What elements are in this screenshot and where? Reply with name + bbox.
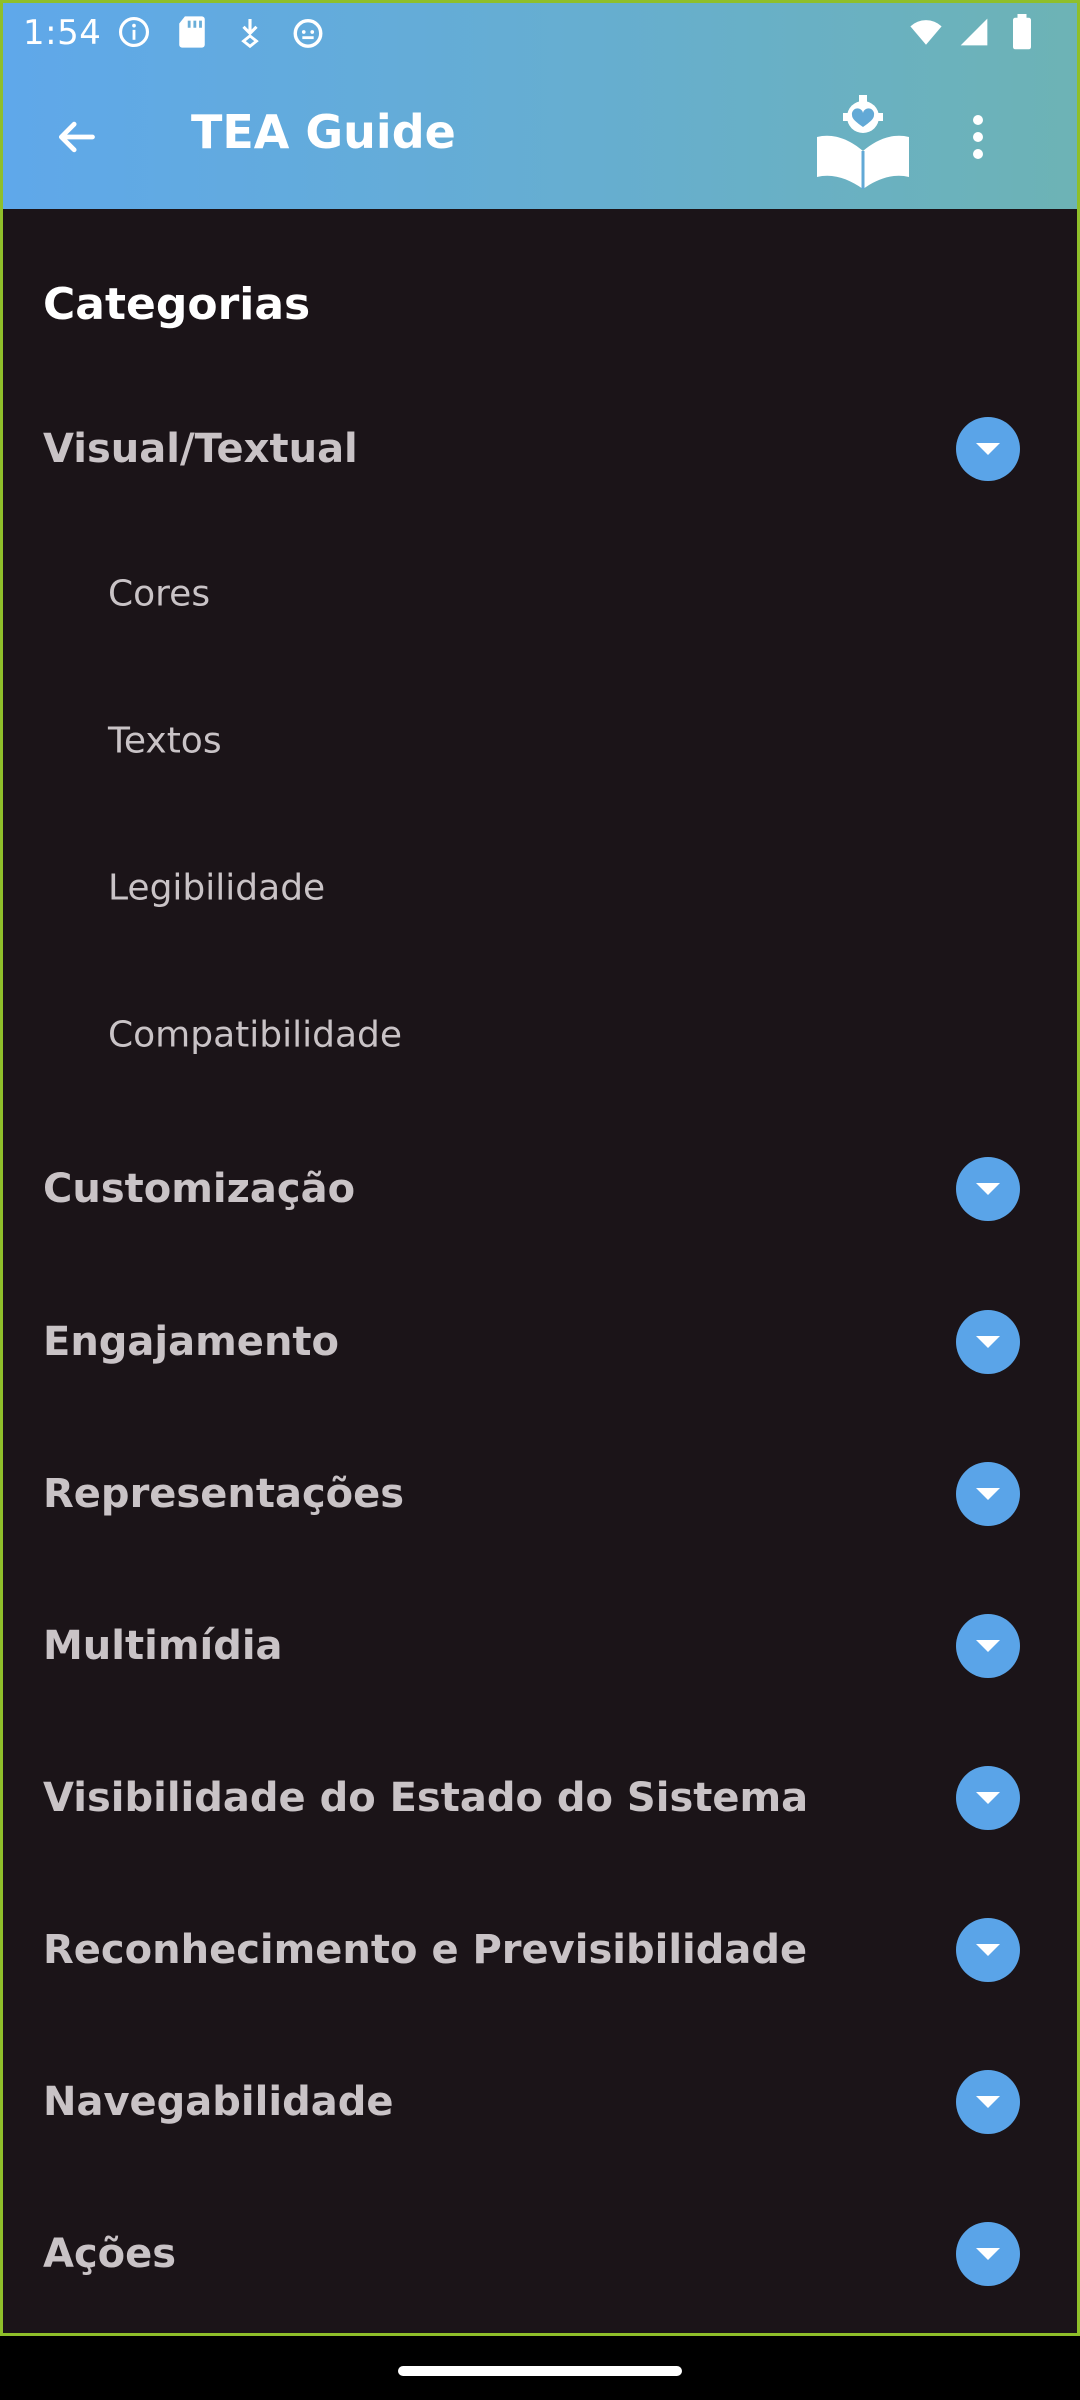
arrow-left-icon (58, 121, 95, 153)
category-representacoes[interactable]: Representações (3, 1444, 1077, 1544)
more-options-button[interactable] (953, 109, 1003, 165)
category-label: Multimídia (43, 1623, 283, 1669)
category-label: Ações (43, 2231, 177, 2277)
subitem-label: Compatibilidade (108, 1014, 403, 1056)
subitem-label: Textos (108, 720, 222, 762)
top-bar: 1:54 TEA Guide (3, 3, 1077, 209)
category-visibilidade-estado-sistema[interactable]: Visibilidade do Estado do Sistema (3, 1748, 1077, 1848)
signal-icon (957, 15, 991, 49)
category-label: Reconhecimento e Previsibilidade (43, 1927, 808, 1973)
chevron-down-icon[interactable] (956, 1462, 1020, 1526)
info-icon (117, 15, 151, 49)
category-label: Customização (43, 1166, 356, 1212)
wifi-icon (909, 15, 943, 49)
battery-icon (1005, 14, 1039, 50)
back-button[interactable] (43, 109, 109, 165)
subitem-label: Cores (108, 573, 211, 615)
system-navigation-bar (0, 2336, 1080, 2400)
home-gesture-handle[interactable] (398, 2366, 682, 2376)
chevron-down-icon[interactable] (956, 417, 1020, 481)
status-bar: 1:54 (3, 3, 1077, 65)
app-window: 1:54 TEA Guide Categorias Visual/Textual… (0, 0, 1080, 2336)
category-label: Engajamento (43, 1319, 340, 1365)
app-title: TEA Guide (191, 105, 456, 159)
chevron-down-icon[interactable] (956, 2070, 1020, 2134)
category-acoes[interactable]: Ações (3, 2204, 1077, 2304)
subitem-textos[interactable]: Textos (3, 691, 1077, 791)
category-label: Navegabilidade (43, 2079, 394, 2125)
download-icon (233, 15, 267, 49)
chevron-down-icon[interactable] (956, 1157, 1020, 1221)
book-puzzle-heart-icon (813, 93, 913, 189)
subitem-compatibilidade[interactable]: Compatibilidade (3, 985, 1077, 1085)
more-vertical-icon (973, 115, 983, 159)
category-navegabilidade[interactable]: Navegabilidade (3, 2052, 1077, 2152)
category-multimidia[interactable]: Multimídia (3, 1596, 1077, 1696)
subitem-label: Legibilidade (108, 867, 326, 909)
status-time: 1:54 (23, 13, 102, 53)
sd-card-icon (175, 15, 209, 49)
app-bar: TEA Guide (3, 65, 1077, 209)
android-icon (291, 15, 325, 49)
category-engajamento[interactable]: Engajamento (3, 1292, 1077, 1392)
chevron-down-icon[interactable] (956, 2222, 1020, 2286)
chevron-down-icon[interactable] (956, 1614, 1020, 1678)
category-label: Visibilidade do Estado do Sistema (43, 1775, 809, 1821)
category-label: Visual/Textual (43, 426, 358, 472)
chevron-down-icon[interactable] (956, 1918, 1020, 1982)
category-customizacao[interactable]: Customização (3, 1139, 1077, 1239)
subitem-legibilidade[interactable]: Legibilidade (3, 838, 1077, 938)
chevron-down-icon[interactable] (956, 1766, 1020, 1830)
subitem-cores[interactable]: Cores (3, 544, 1077, 644)
section-title: Categorias (43, 279, 311, 330)
category-reconhecimento-previsibilidade[interactable]: Reconhecimento e Previsibilidade (3, 1900, 1077, 2000)
category-label: Representações (43, 1471, 405, 1517)
category-visual-textual[interactable]: Visual/Textual (3, 399, 1077, 499)
chevron-down-icon[interactable] (956, 1310, 1020, 1374)
